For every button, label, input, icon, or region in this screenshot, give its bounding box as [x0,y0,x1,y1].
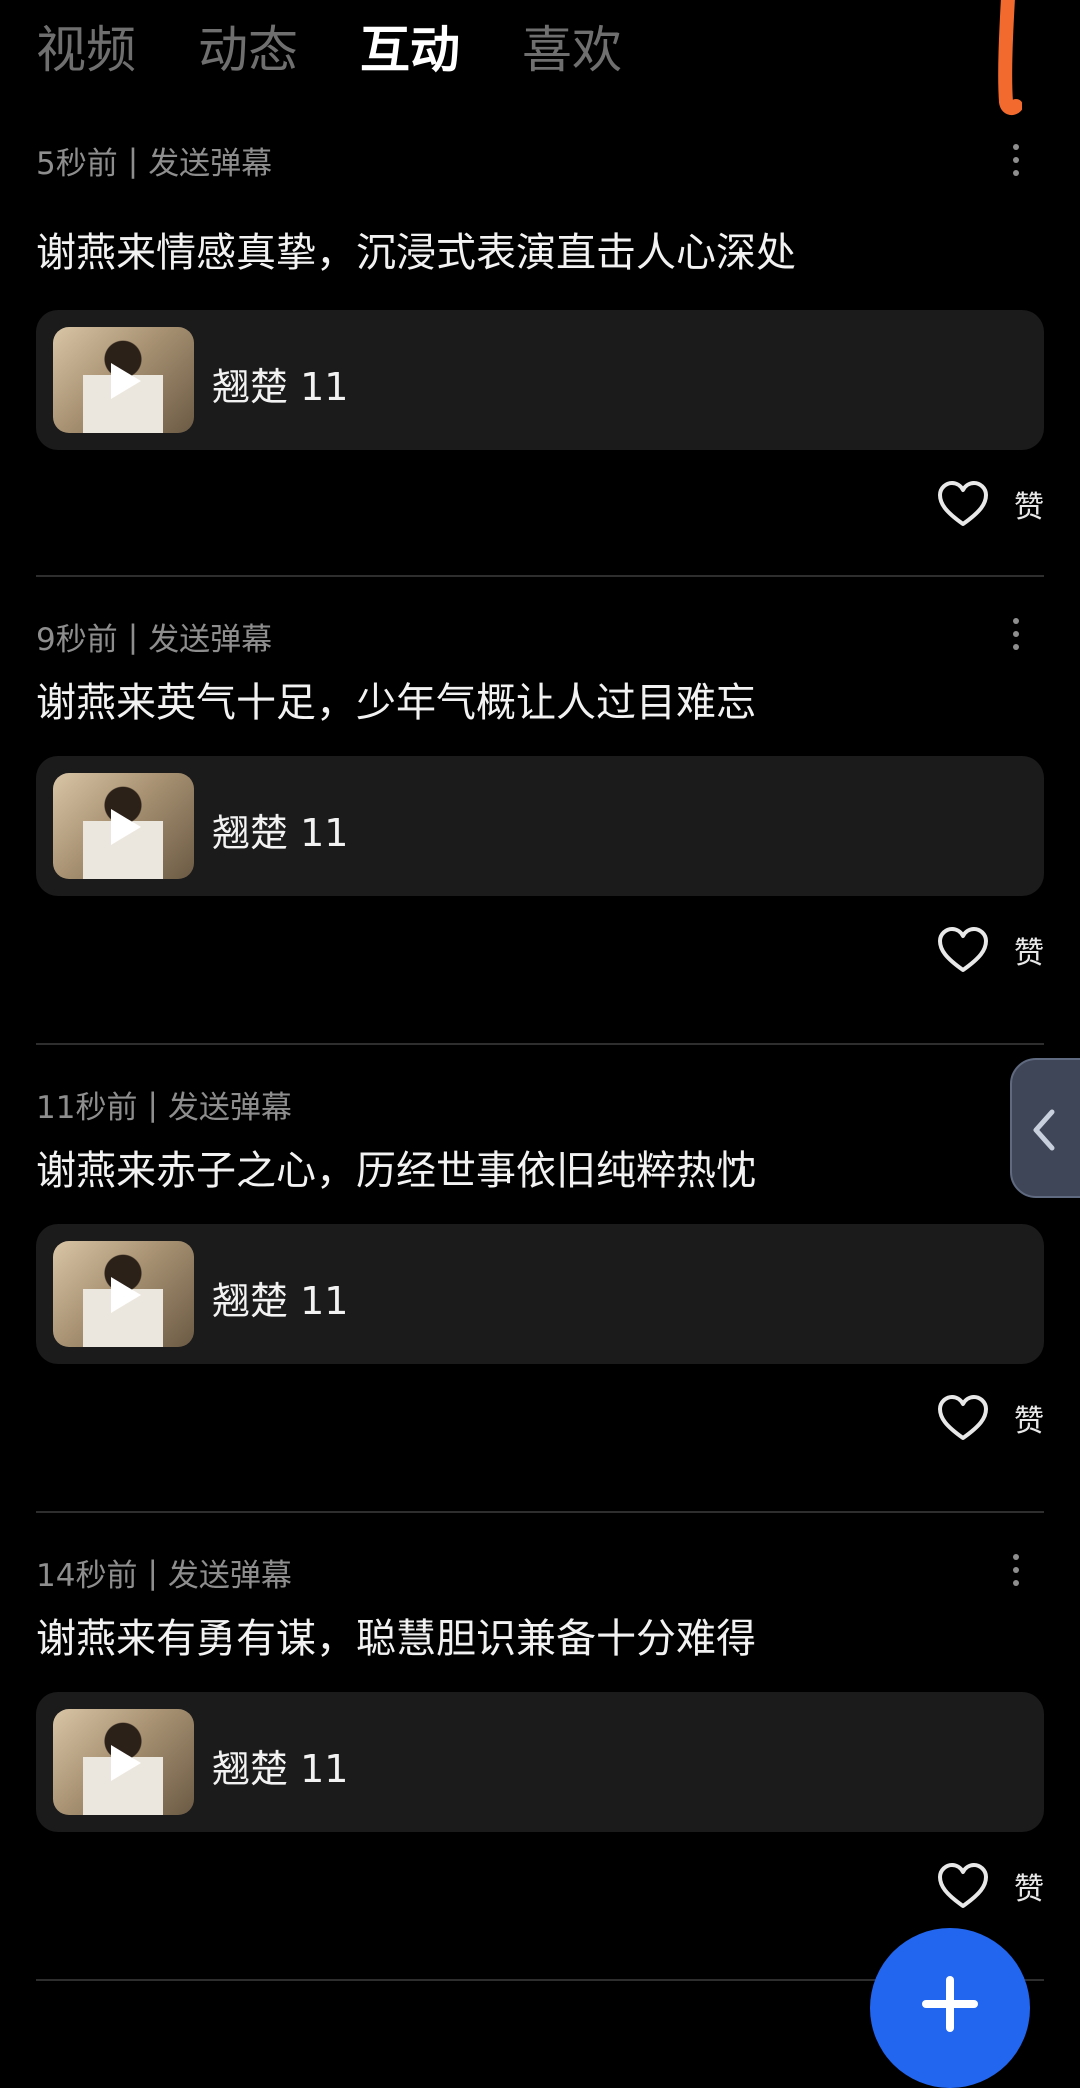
video-thumbnail [53,1241,194,1347]
more-vertical-icon [1013,618,1019,624]
play-icon [111,1745,141,1781]
danmaku-text: 谢燕来有勇有谋，聪慧胆识兼备十分难得 [36,1616,756,1662]
list-item: 5秒前 | 发送弹幕 谢燕来情感真挚，沉浸式表演直击人心深处 翘楚 11 赞 [36,108,1044,577]
more-options-button[interactable] [1002,140,1030,180]
like-button[interactable]: 赞 [936,926,1044,974]
like-label: 赞 [1014,936,1044,971]
item-action: 发送弹幕 [167,1090,292,1126]
tab-interactions[interactable]: 互动 [360,25,460,75]
video-title: 翘楚 11 [212,811,349,855]
like-label: 赞 [1014,1404,1044,1439]
item-action: 发送弹幕 [167,1558,292,1594]
list-item: 14秒前 | 发送弹幕 谢燕来有勇有谋，聪慧胆识兼备十分难得 翘楚 11 赞 [36,1512,1044,1981]
list-item: 11秒前 | 发送弹幕 谢燕来赤子之心，历经世事依旧纯粹热忱 翘楚 11 赞 [36,1044,1044,1513]
like-button[interactable]: 赞 [936,1394,1044,1442]
danmaku-text: 谢燕来情感真挚，沉浸式表演直击人心深处 [36,230,796,276]
video-thumbnail [53,773,194,879]
item-meta: 14秒前 | 发送弹幕 [36,1550,292,1595]
video-card[interactable]: 翘楚 11 [36,756,1044,896]
like-button[interactable]: 赞 [936,1862,1044,1910]
item-time: 5秒前 [36,146,118,182]
play-icon [111,363,141,399]
danmaku-text: 谢燕来赤子之心，历经世事依旧纯粹热忱 [36,1148,756,1194]
tab-dynamics[interactable]: 动态 [198,25,298,75]
meta-separator: | [127,142,139,179]
item-action: 发送弹幕 [148,146,273,182]
video-title: 翘楚 11 [212,1279,349,1323]
item-meta: 11秒前 | 发送弹幕 [36,1082,292,1127]
meta-separator: | [147,1554,158,1591]
more-vertical-icon [1013,1554,1019,1560]
meta-separator: | [147,1086,158,1123]
play-icon [111,809,141,845]
item-meta: 9秒前 | 发送弹幕 [36,614,272,659]
tab-videos[interactable]: 视频 [36,25,136,75]
item-time: 11秒前 [36,1090,138,1126]
more-options-button[interactable] [1002,1550,1030,1590]
item-meta: 5秒前 | 发送弹幕 [36,138,272,183]
like-button[interactable]: 赞 [936,480,1044,528]
item-time: 9秒前 [36,622,118,658]
tab-bar: 视频 动态 互动 喜欢 [36,8,622,92]
heart-outline-icon [938,1395,988,1440]
tab-likes[interactable]: 喜欢 [522,25,622,75]
video-card[interactable]: 翘楚 11 [36,310,1044,450]
like-label: 赞 [1014,1872,1044,1907]
heart-outline-icon [938,1863,988,1908]
video-thumbnail [53,327,194,433]
video-thumbnail [53,1709,194,1815]
heart-outline-icon [938,927,988,972]
item-time: 14秒前 [36,1558,138,1594]
more-options-button[interactable] [1002,614,1030,654]
annotation-stroke-icon [998,0,1022,116]
add-button[interactable] [870,1928,1030,2088]
like-label: 赞 [1014,490,1044,525]
video-title: 翘楚 11 [212,365,349,409]
side-panel-handle[interactable] [1010,1058,1080,1198]
heart-outline-icon [938,481,988,526]
item-action: 发送弹幕 [148,622,273,658]
danmaku-text: 谢燕来英气十足，少年气概让人过目难忘 [36,680,756,726]
video-title: 翘楚 11 [212,1747,349,1791]
video-card[interactable]: 翘楚 11 [36,1692,1044,1832]
meta-separator: | [127,618,139,655]
chevron-left-icon [1033,1109,1055,1151]
more-vertical-icon [1013,144,1019,150]
list-item: 9秒前 | 发送弹幕 谢燕来英气十足，少年气概让人过目难忘 翘楚 11 赞 [36,576,1044,1045]
video-card[interactable]: 翘楚 11 [36,1224,1044,1364]
play-icon [111,1277,141,1313]
